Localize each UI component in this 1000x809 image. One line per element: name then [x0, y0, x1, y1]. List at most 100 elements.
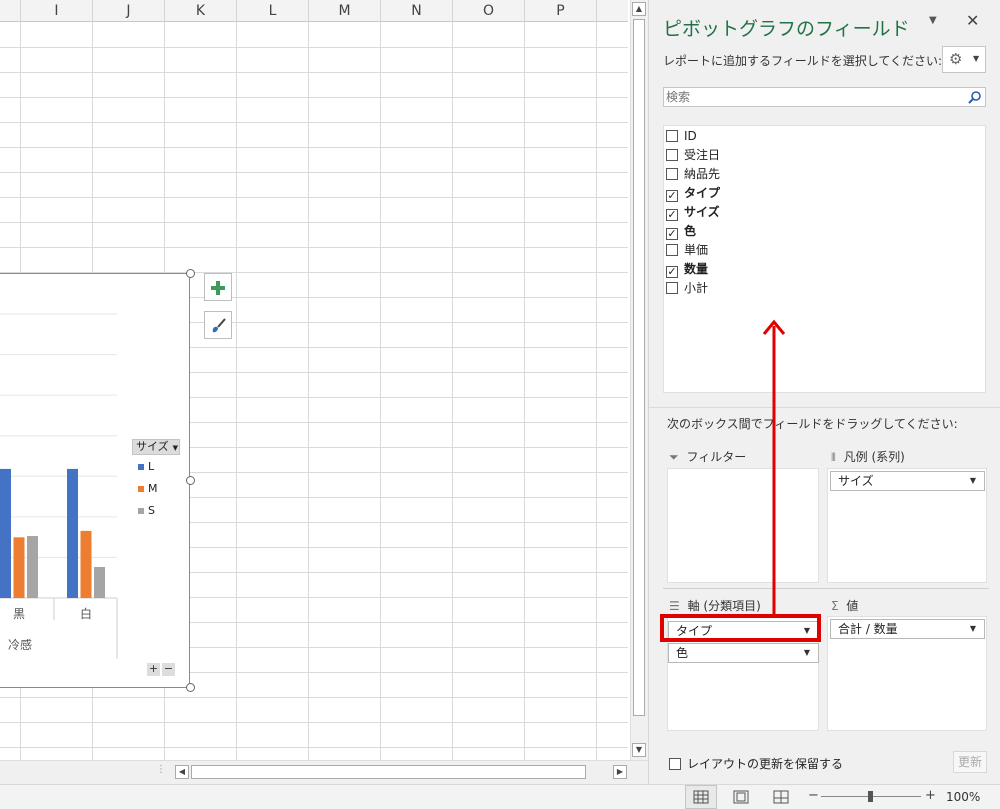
- pivot-chart-plot: 黒 白冷感: [0, 313, 118, 659]
- column-header-P[interactable]: P: [525, 0, 597, 22]
- legend-entry[interactable]: M: [138, 482, 158, 495]
- field-item[interactable]: 小計: [666, 279, 708, 298]
- chart-bar: [13, 537, 25, 598]
- field-item[interactable]: ✓ 数量: [666, 260, 708, 279]
- resize-handle-right[interactable]: [186, 476, 195, 485]
- field-checkbox[interactable]: [666, 130, 678, 142]
- paintbrush-icon: [212, 317, 226, 332]
- field-item[interactable]: 受注日: [666, 146, 720, 165]
- field-item[interactable]: ✓ タイプ: [666, 184, 720, 203]
- search-icon[interactable]: [968, 91, 981, 104]
- defer-update-option[interactable]: レイアウトの更新を保留する: [669, 755, 843, 772]
- resize-handle-bottom-right[interactable]: [186, 683, 195, 692]
- column-header-J[interactable]: J: [93, 0, 165, 22]
- legend-area-label: 凡例 (系列): [843, 450, 905, 464]
- grid-row-line: [0, 97, 628, 98]
- column-header-O[interactable]: O: [453, 0, 525, 22]
- axis-area-header: ☰ 軸 (分類項目): [669, 597, 761, 614]
- field-checkbox[interactable]: ✓: [666, 266, 678, 278]
- pivot-chart[interactable]: 黒 白冷感 サイズ ▼ LMS + −: [0, 273, 190, 688]
- resize-handle-top-right[interactable]: [186, 269, 195, 278]
- field-checkbox[interactable]: [666, 168, 678, 180]
- scroll-down-button[interactable]: ▼: [632, 743, 646, 757]
- grid-row-line: [0, 47, 628, 48]
- field-checkbox[interactable]: [666, 149, 678, 161]
- axis-field-color[interactable]: 色 ▼: [668, 643, 819, 663]
- divider: [649, 407, 1000, 408]
- legend-drop-area[interactable]: サイズ ▼: [827, 468, 987, 583]
- normal-view-button[interactable]: [685, 785, 717, 809]
- legend-entry[interactable]: L: [138, 460, 154, 473]
- legend-entry[interactable]: S: [138, 504, 155, 517]
- chevron-down-icon: ▼: [969, 624, 976, 633]
- field-item[interactable]: ✓ サイズ: [666, 203, 720, 222]
- collapse-field-button[interactable]: −: [162, 663, 175, 676]
- grid-row-line: [0, 122, 628, 123]
- zoom-level[interactable]: 100%: [946, 790, 980, 804]
- grid-row-line: [0, 72, 628, 73]
- annotation-highlight-box: [660, 614, 821, 642]
- values-area-label: 値: [846, 599, 859, 613]
- zoom-out-button[interactable]: −: [808, 788, 819, 803]
- worksheet-grid[interactable]: I J K L M N O P 黒白冷感 サイズ ▼ LMS + −: [0, 0, 628, 760]
- field-item[interactable]: 単価: [666, 241, 708, 260]
- chart-bar: [27, 536, 38, 598]
- grid-row-line: [0, 722, 628, 723]
- chevron-down-icon: ▼: [969, 476, 976, 485]
- grid-row-line: [0, 222, 628, 223]
- field-item[interactable]: ✓ 色: [666, 222, 696, 241]
- chart-bar: [0, 468, 11, 598]
- page-break-preview-icon[interactable]: [773, 790, 789, 804]
- update-button[interactable]: 更新: [953, 751, 987, 773]
- vertical-scrollbar[interactable]: ▲ ▼: [630, 0, 648, 760]
- scroll-right-button[interactable]: ▶: [613, 765, 627, 779]
- chart-styles-button[interactable]: [204, 311, 232, 339]
- legend-label: M: [148, 482, 158, 495]
- legend-swatch: [138, 464, 144, 470]
- tools-button[interactable]: ⚙ ▼: [942, 46, 986, 73]
- field-label: 納品先: [684, 167, 721, 181]
- chart-bar: [94, 567, 105, 598]
- field-label: タイプ: [684, 186, 721, 200]
- column-header-N[interactable]: N: [381, 0, 453, 22]
- grid-row-line: [0, 747, 628, 748]
- scroll-up-button[interactable]: ▲: [632, 2, 646, 16]
- grid-column-line: [236, 22, 237, 760]
- column-header-M[interactable]: M: [309, 0, 381, 22]
- defer-update-checkbox[interactable]: [669, 758, 681, 770]
- horizontal-scroll-thumb[interactable]: [191, 765, 586, 779]
- splitter-handle[interactable]: ⋮: [156, 764, 166, 775]
- field-item[interactable]: 納品先: [666, 165, 720, 184]
- zoom-slider-thumb[interactable]: [868, 791, 873, 802]
- field-checkbox[interactable]: [666, 282, 678, 294]
- column-header-Q[interactable]: [597, 0, 628, 22]
- field-checkbox[interactable]: ✓: [666, 190, 678, 202]
- field-item[interactable]: ID: [666, 127, 697, 146]
- value-field-sum-quantity[interactable]: 合計 / 数量 ▼: [830, 619, 985, 639]
- legend-field-button[interactable]: サイズ ▼: [132, 439, 180, 455]
- scroll-left-button[interactable]: ◀: [175, 765, 189, 779]
- chart-elements-button[interactable]: [204, 273, 232, 301]
- field-checkbox[interactable]: ✓: [666, 228, 678, 240]
- column-header-I[interactable]: I: [21, 0, 93, 22]
- expand-field-button[interactable]: +: [147, 663, 160, 676]
- page-layout-icon[interactable]: [733, 790, 749, 804]
- category-group-label: 冷感: [8, 637, 32, 652]
- field-search-box[interactable]: [663, 87, 986, 107]
- column-header-H[interactable]: [0, 0, 21, 22]
- search-input[interactable]: [666, 89, 958, 105]
- column-header-K[interactable]: K: [165, 0, 237, 22]
- legend-label: L: [148, 460, 155, 473]
- filter-drop-area[interactable]: [667, 468, 819, 583]
- funnel-icon: ⏷: [669, 450, 679, 464]
- vertical-scroll-thumb[interactable]: [633, 19, 645, 716]
- values-drop-area[interactable]: 合計 / 数量 ▼: [827, 616, 987, 731]
- close-icon[interactable]: ✕: [966, 11, 979, 30]
- rows-icon: ☰: [669, 599, 680, 613]
- legend-field-size[interactable]: サイズ ▼: [830, 471, 985, 491]
- pane-options-chevron-icon[interactable]: ▼: [929, 15, 937, 26]
- field-checkbox[interactable]: [666, 244, 678, 256]
- zoom-in-button[interactable]: +: [925, 788, 936, 803]
- field-checkbox[interactable]: ✓: [666, 209, 678, 221]
- column-header-L[interactable]: L: [237, 0, 309, 22]
